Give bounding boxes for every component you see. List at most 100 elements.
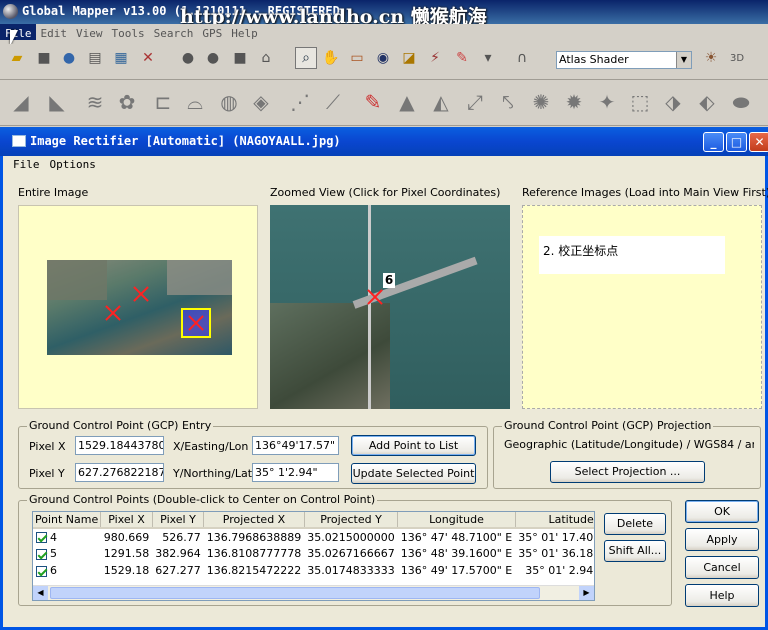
table-row[interactable]: 6 1529.18 627.277 136.8215472222 35.0174…	[33, 562, 594, 579]
edit-tool-icon[interactable]: ✺	[526, 87, 556, 117]
maximize-button[interactable]: □	[726, 132, 747, 152]
measure-tool-icon[interactable]: ▭	[346, 47, 368, 69]
entire-image-panel[interactable]	[18, 205, 258, 409]
close-button[interactable]: ✕	[749, 132, 768, 152]
full-view-icon[interactable]: ■	[229, 47, 251, 69]
column-header[interactable]: Point Name	[33, 512, 102, 529]
shape-tool-icon[interactable]: ✿	[112, 87, 142, 117]
digitizer-icon[interactable]: ✎	[451, 47, 473, 69]
scroll-left-icon[interactable]: ◀	[33, 586, 48, 600]
path-profile-icon[interactable]: ◪	[398, 47, 420, 69]
close-layers-icon[interactable]: ■	[33, 47, 55, 69]
edit-tool-icon[interactable]: ⬚	[625, 87, 655, 117]
zoom-out-icon[interactable]: ●	[202, 47, 224, 69]
shape-tool-icon[interactable]: ⌓	[180, 87, 210, 117]
edit-tool-icon[interactable]: ◭	[426, 87, 456, 117]
column-header[interactable]: Projected Y	[304, 512, 399, 529]
zoomed-view-label: Zoomed View (Click for Pixel Coordinates…	[270, 186, 501, 199]
select-projection-button[interactable]: Select Projection ...	[550, 461, 705, 483]
feature-info-icon[interactable]: ◉	[372, 47, 394, 69]
help-button[interactable]: Help	[685, 584, 759, 607]
reference-images-panel[interactable]: 2. 校正坐标点	[522, 205, 762, 409]
menu-edit[interactable]: Edit	[36, 24, 72, 40]
vertex-tool-icon[interactable]: ⟋	[318, 87, 348, 117]
scroll-right-icon[interactable]: ▶	[579, 586, 594, 600]
shader-select[interactable]: Atlas Shader ▼	[556, 51, 692, 69]
pan-tool-icon[interactable]: ✋	[320, 47, 342, 69]
checkbox[interactable]	[36, 532, 47, 543]
edit-tool-icon[interactable]: ✦	[592, 87, 622, 117]
globe-icon[interactable]: ●	[58, 47, 80, 69]
shape-tool-icon[interactable]: ◍	[214, 87, 244, 117]
view-shed-icon[interactable]: ⚡	[424, 47, 446, 69]
edit-tool-icon[interactable]: ✹	[559, 87, 589, 117]
column-header[interactable]: Longitude	[397, 512, 516, 529]
gcp-projection-group: Ground Control Point (GCP) Projection Ge…	[493, 419, 761, 489]
menu-search[interactable]: Search	[149, 24, 198, 40]
edit-tool-icon[interactable]: ⬗	[658, 87, 688, 117]
table-row[interactable]: 5 1291.58 382.964 136.8108777778 35.0267…	[33, 545, 594, 562]
dropdown-tool-icon[interactable]: ▾	[477, 47, 499, 69]
column-header[interactable]: Pixel Y	[152, 512, 205, 529]
digitize-line-icon[interactable]: ✎	[358, 87, 388, 117]
dialog-menu-options[interactable]: Options	[50, 158, 96, 171]
3d-path-icon[interactable]: ∩	[511, 47, 533, 69]
reference-note: 2. 校正坐标点	[539, 236, 725, 274]
land-area	[270, 303, 390, 409]
overlay-icon[interactable]: ▦	[110, 47, 132, 69]
3d-view-icon[interactable]: 3D	[726, 47, 748, 69]
pixel-y-label: Pixel Y	[29, 467, 65, 480]
edit-tool-icon[interactable]: ⤣	[493, 87, 523, 117]
delete-button[interactable]: Delete	[604, 513, 666, 535]
menu-view[interactable]: View	[71, 24, 107, 40]
terrain-tool-icon[interactable]: ◢	[6, 87, 36, 117]
zoomed-view-panel[interactable]: 6	[270, 205, 510, 409]
update-point-button[interactable]: Update Selected Point	[351, 463, 476, 484]
entire-image-label: Entire Image	[18, 186, 89, 199]
grid-tool-icon[interactable]: ◈	[246, 87, 276, 117]
zoom-in-icon[interactable]: ●	[177, 47, 199, 69]
gcp-marker-icon	[367, 289, 383, 305]
shift-all-button[interactable]: Shift All...	[604, 540, 666, 562]
edit-tool-icon[interactable]: ⬬	[726, 87, 756, 117]
gcp-list-view[interactable]: Point Name Pixel X Pixel Y Projected X P…	[32, 511, 595, 601]
edit-tool-icon[interactable]: ⬖	[692, 87, 722, 117]
vertex-tool-icon[interactable]: ⋰	[285, 87, 315, 117]
column-header[interactable]: Projected X	[203, 512, 305, 529]
add-point-button[interactable]: Add Point to List	[351, 435, 476, 456]
control-center-icon[interactable]: ▤	[84, 47, 106, 69]
home-icon[interactable]: ⌂	[255, 47, 277, 69]
table-row[interactable]: 4 980.669 526.77 136.7968638889 35.02150…	[33, 528, 594, 545]
cancel-button[interactable]: Cancel	[685, 556, 759, 579]
horizontal-scrollbar[interactable]: ◀ ▶	[33, 585, 594, 600]
scrollbar-thumb[interactable]	[50, 587, 540, 599]
ok-button[interactable]: OK	[685, 500, 759, 523]
minimize-button[interactable]: _	[703, 132, 724, 152]
checkbox[interactable]	[36, 565, 47, 577]
shape-tool-icon[interactable]: ⊏	[148, 87, 178, 117]
terrain-tool-icon[interactable]: ◣	[42, 87, 72, 117]
menu-tools[interactable]: Tools	[107, 24, 149, 40]
menu-help[interactable]: Help	[226, 24, 262, 40]
apply-button[interactable]: Apply	[685, 528, 759, 551]
shader-options-icon[interactable]: ☀	[700, 47, 722, 69]
entire-image-thumbnail[interactable]	[47, 260, 232, 355]
edit-tool-icon[interactable]: ⤢	[460, 87, 490, 117]
column-header[interactable]: Latitude	[515, 512, 594, 529]
northing-input[interactable]: 35° 1'2.94"	[252, 463, 339, 482]
easting-input[interactable]: 136°49'17.57"	[252, 436, 339, 455]
pixel-y-input[interactable]: 627.2768221875	[75, 463, 164, 482]
zoom-tool-icon[interactable]: ⌕	[295, 47, 317, 69]
pixel-x-input[interactable]: 1529.184437808	[75, 436, 164, 455]
pixel-x-cell: 1529.18	[103, 564, 150, 577]
zoom-extent-box[interactable]	[181, 308, 211, 338]
edit-tool-icon[interactable]: ▲	[392, 87, 422, 117]
config-icon[interactable]: ✕	[137, 47, 159, 69]
open-folder-icon[interactable]: ▰	[6, 47, 28, 69]
checkbox[interactable]	[36, 548, 47, 560]
dialog-menu-file[interactable]: File	[13, 158, 40, 171]
menu-gps[interactable]: GPS	[197, 24, 226, 40]
table-header: Point Name Pixel X Pixel Y Projected X P…	[33, 512, 594, 529]
contour-tool-icon[interactable]: ≋	[80, 87, 110, 117]
column-header[interactable]: Pixel X	[100, 512, 153, 529]
